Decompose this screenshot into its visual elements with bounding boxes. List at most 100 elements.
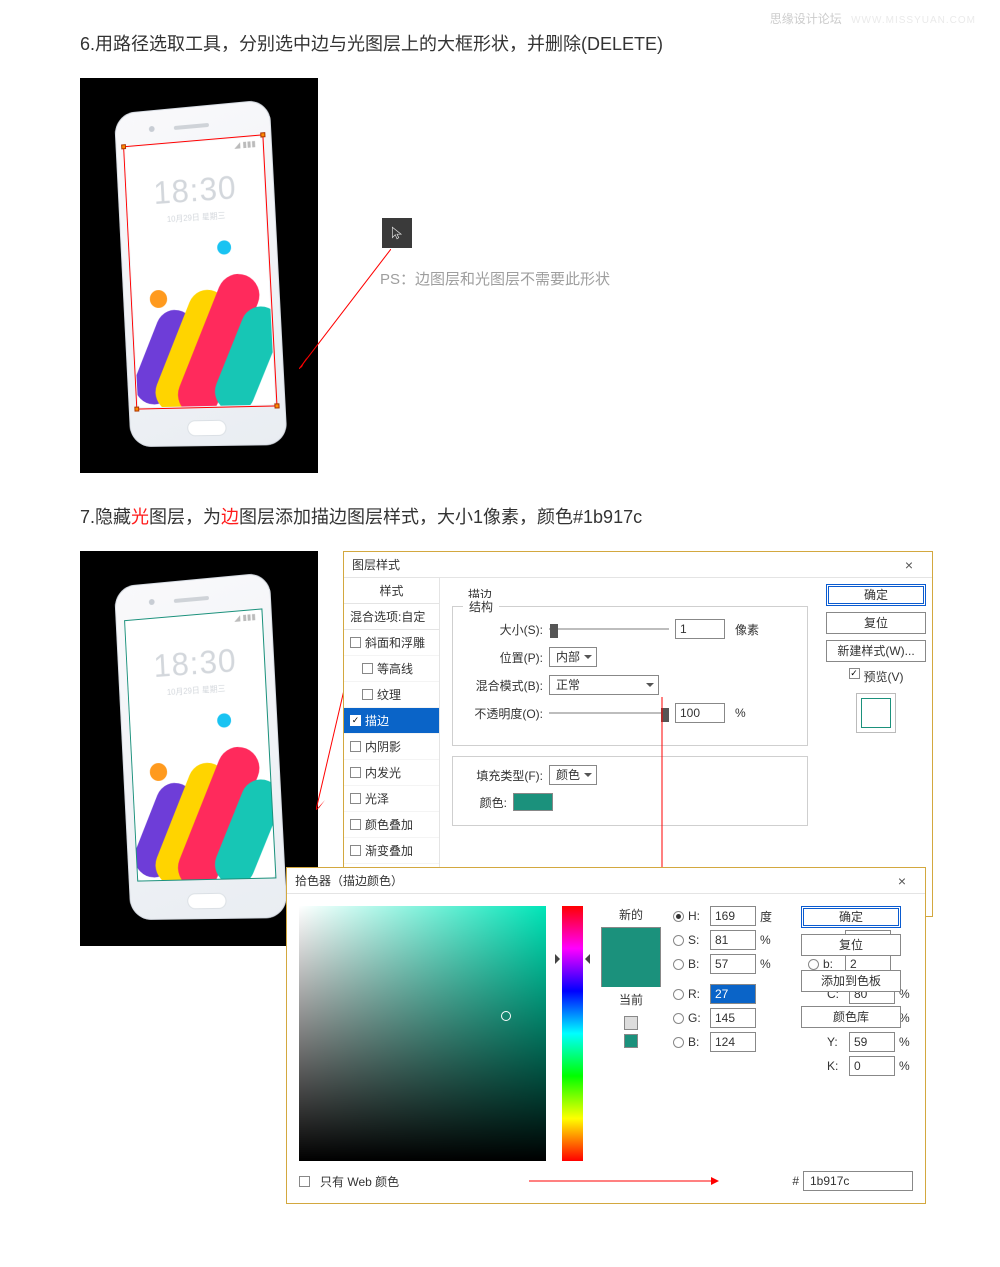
hue-slider[interactable] <box>562 906 583 1161</box>
close-icon[interactable]: × <box>887 868 917 893</box>
style-inner-shadow[interactable]: 内阴影 <box>344 734 439 760</box>
handle-tl[interactable] <box>121 144 126 149</box>
r-input[interactable]: 27 <box>710 984 756 1004</box>
color-compare-swatch[interactable] <box>601 927 661 987</box>
hue-thumb-right-icon[interactable] <box>580 954 590 964</box>
hue-thumb-left-icon[interactable] <box>555 954 565 964</box>
size-label: 大小(S): <box>467 621 543 638</box>
stroke-preview-frame <box>124 608 276 881</box>
radio-h[interactable] <box>673 911 684 922</box>
gamut-warning-icon[interactable] <box>624 1016 638 1030</box>
step7-t2: 图层，为 <box>149 507 221 527</box>
phone-speaker <box>174 122 209 129</box>
picker-color-lib-button[interactable]: 颜色库 <box>801 1006 901 1028</box>
structure-fieldset: 结构 大小(S): 1 像素 位置(P): 内部 混合模式(B): 正常 <box>452 606 808 746</box>
opacity-input[interactable]: 100 <box>675 703 725 723</box>
radio-b[interactable] <box>673 959 684 970</box>
step7-red2: 边 <box>221 507 239 527</box>
ok-button[interactable]: 确定 <box>826 584 926 606</box>
checkbox-icon[interactable] <box>350 793 361 804</box>
style-label: 颜色叠加 <box>365 816 413 833</box>
checkbox-icon[interactable] <box>849 668 860 679</box>
r-label: R: <box>688 987 706 1001</box>
radio-g[interactable] <box>673 1013 684 1024</box>
b-unit: % <box>760 957 774 971</box>
filltype-select[interactable]: 颜色 <box>549 765 597 785</box>
picker-add-swatch-button[interactable]: 添加到色板 <box>801 970 901 992</box>
size-slider[interactable] <box>549 622 669 636</box>
styles-header[interactable]: 样式 <box>344 578 439 604</box>
checkbox-icon[interactable] <box>350 845 361 856</box>
blendmode-select[interactable]: 正常 <box>549 675 659 695</box>
k-label: K: <box>827 1059 845 1073</box>
hex-hash: # <box>792 1174 799 1188</box>
phone-home-button <box>187 419 227 436</box>
ps-note-text: PS：边图层和光图层不需要此形状 <box>380 268 610 289</box>
color-picker-dialog: 拾色器（描边颜色） × 新的 当前 H:169度 <box>286 867 926 1204</box>
style-texture[interactable]: 纹理 <box>344 682 439 708</box>
g-input[interactable]: 145 <box>710 1008 756 1028</box>
position-select[interactable]: 内部 <box>549 647 597 667</box>
y-input[interactable]: 59 <box>849 1032 895 1052</box>
style-label: 内阴影 <box>365 738 401 755</box>
selection-box[interactable] <box>123 134 277 409</box>
picker-reset-button[interactable]: 复位 <box>801 934 901 956</box>
style-inner-glow[interactable]: 内发光 <box>344 760 439 786</box>
radio-r[interactable] <box>673 989 684 1000</box>
watermark: 思缘设计论坛 WWW.MISSYUAN.COM <box>770 10 976 27</box>
close-icon[interactable]: × <box>894 552 924 577</box>
checkbox-icon[interactable] <box>362 689 373 700</box>
current-color <box>602 958 660 987</box>
style-stroke[interactable]: 描边 <box>344 708 439 734</box>
stroke-color-swatch[interactable] <box>513 793 553 811</box>
checkbox-icon[interactable] <box>350 637 361 648</box>
radio-s[interactable] <box>673 935 684 946</box>
checkbox-icon[interactable] <box>350 767 361 778</box>
style-contour[interactable]: 等高线 <box>344 656 439 682</box>
checkbox-icon[interactable] <box>362 663 373 674</box>
dialog-title: 图层样式 <box>352 552 400 577</box>
dialog-titlebar[interactable]: 图层样式 × <box>344 552 932 578</box>
new-style-button[interactable]: 新建样式(W)... <box>826 640 926 662</box>
position-label: 位置(P): <box>467 649 543 666</box>
size-unit: 像素 <box>735 621 759 638</box>
sv-field[interactable] <box>299 906 546 1161</box>
style-color-overlay[interactable]: 颜色叠加 <box>344 812 439 838</box>
opacity-label: 不透明度(O): <box>467 705 543 722</box>
step6-num: 6. <box>80 34 95 54</box>
checkbox-icon[interactable] <box>350 819 361 830</box>
preview-checkbox[interactable]: 预览(V) <box>826 668 926 685</box>
handle-tr[interactable] <box>260 132 265 137</box>
phone-mockup-2: ◢ ▮▮▮ 18:30 10月29日 星期三 <box>114 572 288 920</box>
style-label: 内发光 <box>365 764 401 781</box>
handle-bl[interactable] <box>134 406 139 411</box>
webonly-checkbox[interactable] <box>299 1176 310 1187</box>
b2-input[interactable]: 124 <box>710 1032 756 1052</box>
blend-options-header[interactable]: 混合选项:自定 <box>344 604 439 630</box>
style-label: 纹理 <box>377 686 401 703</box>
style-label: 斜面和浮雕 <box>365 634 425 651</box>
b2-label: B: <box>688 1035 706 1049</box>
path-selection-tool-icon[interactable] <box>382 218 412 248</box>
reset-button[interactable]: 复位 <box>826 612 926 634</box>
sv-cursor-icon[interactable] <box>501 1011 511 1021</box>
b-input[interactable]: 57 <box>710 954 756 974</box>
checkbox-icon[interactable] <box>350 715 361 726</box>
style-gradient-overlay[interactable]: 渐变叠加 <box>344 838 439 864</box>
s-input[interactable]: 81 <box>710 930 756 950</box>
style-bevel-emboss[interactable]: 斜面和浮雕 <box>344 630 439 656</box>
webonly-label: 只有 Web 颜色 <box>320 1173 399 1190</box>
picker-titlebar[interactable]: 拾色器（描边颜色） × <box>287 868 925 894</box>
k-input[interactable]: 0 <box>849 1056 895 1076</box>
radio-b2[interactable] <box>673 1037 684 1048</box>
hex-input[interactable]: 1b917c <box>803 1171 913 1191</box>
checkbox-icon[interactable] <box>350 741 361 752</box>
style-satin[interactable]: 光泽 <box>344 786 439 812</box>
websafe-swatch[interactable] <box>624 1034 638 1048</box>
handle-br[interactable] <box>274 403 279 408</box>
opacity-slider[interactable] <box>549 706 669 720</box>
phone-canvas-2: ◢ ▮▮▮ 18:30 10月29日 星期三 <box>80 551 318 946</box>
picker-ok-button[interactable]: 确定 <box>801 906 901 928</box>
size-input[interactable]: 1 <box>675 619 725 639</box>
h-input[interactable]: 169 <box>710 906 756 926</box>
